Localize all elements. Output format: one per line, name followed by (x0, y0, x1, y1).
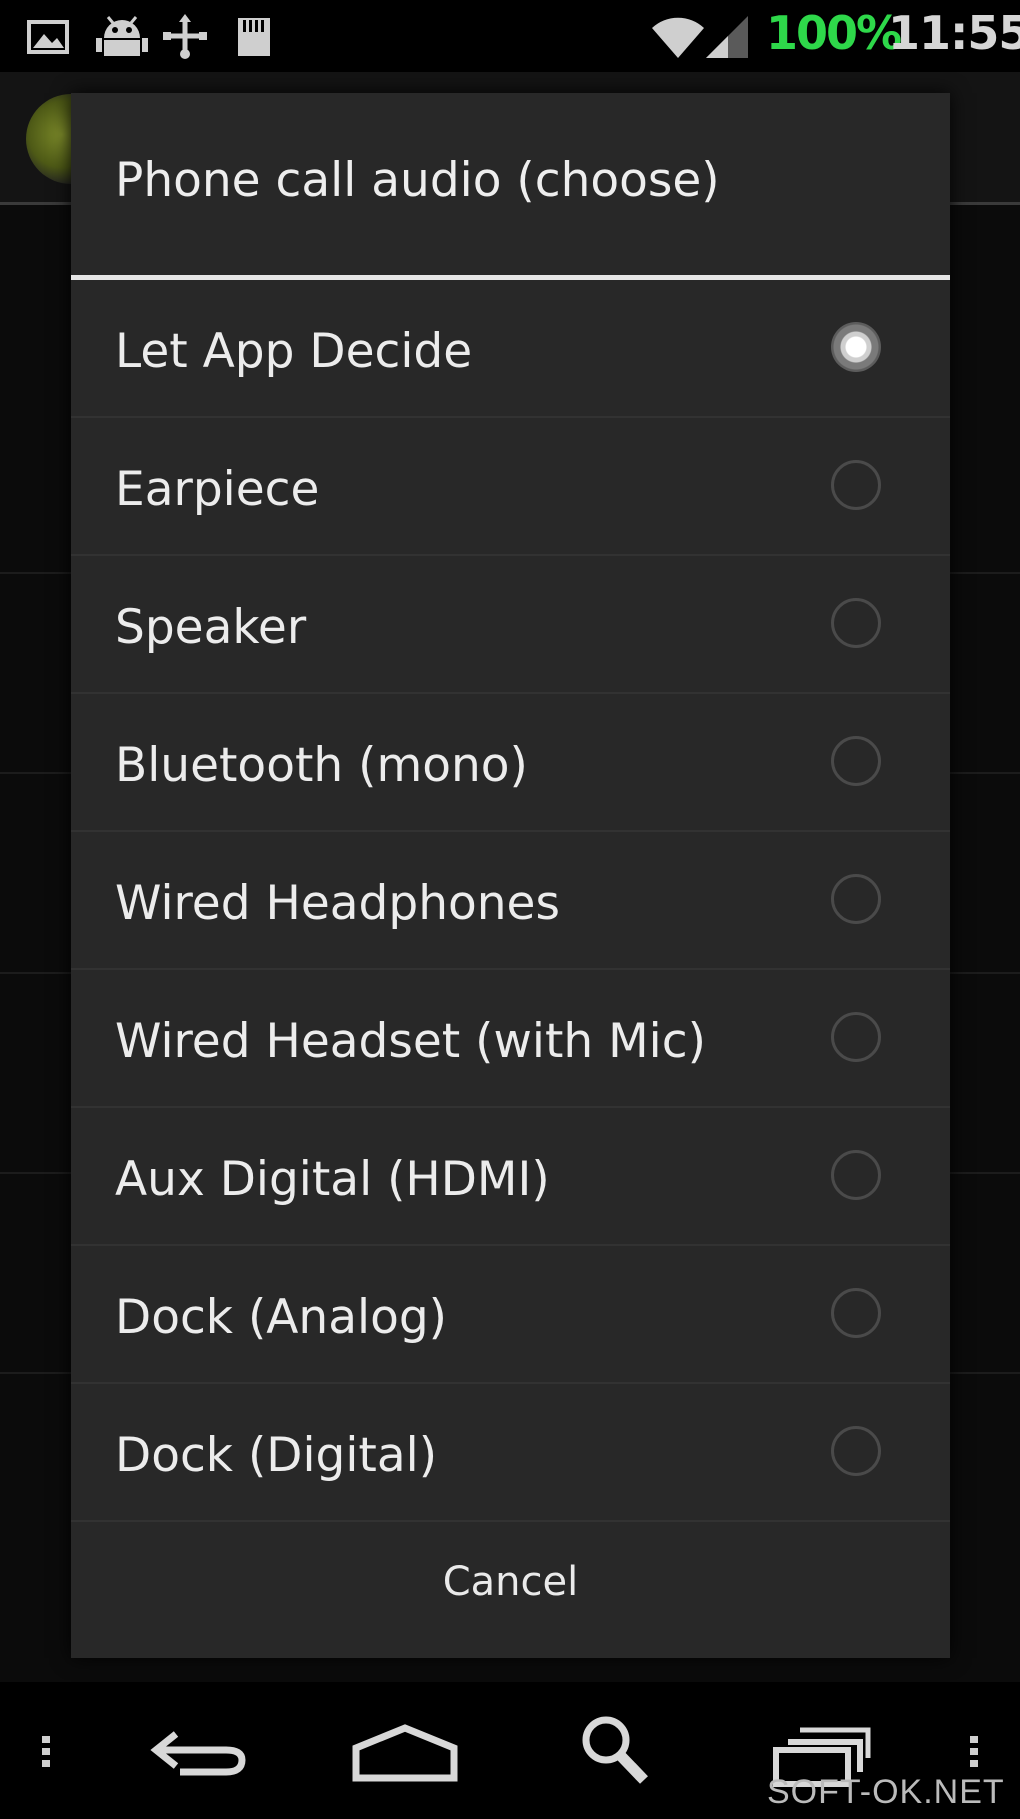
option-row[interactable]: Wired Headset (with Mic) (71, 970, 950, 1108)
option-row[interactable]: Bluetooth (mono) (71, 694, 950, 832)
option-label: Earpiece (115, 462, 320, 517)
option-label: Dock (Analog) (115, 1290, 448, 1345)
option-list: Let App Decide Earpiece Speaker Bluetooth (… (71, 280, 950, 1522)
option-label: Dock (Digital) (115, 1428, 438, 1483)
radio-button[interactable] (831, 1426, 881, 1476)
option-label: Speaker (115, 600, 307, 655)
option-row[interactable]: Dock (Analog) (71, 1246, 950, 1384)
option-label: Aux Digital (HDMI) (115, 1152, 550, 1207)
status-bar: 100% 11:55 (0, 0, 1020, 72)
dialog-title: Phone call audio (choose) (115, 153, 720, 208)
search-icon[interactable] (578, 1702, 652, 1802)
back-icon[interactable] (146, 1702, 250, 1802)
option-row[interactable]: Speaker (71, 556, 950, 694)
radio-button[interactable] (831, 736, 881, 786)
android-debug-icon (96, 16, 148, 56)
cell-signal-icon (706, 16, 748, 58)
home-icon[interactable] (350, 1702, 460, 1802)
overflow-menu-icon[interactable] (36, 1702, 56, 1802)
cancel-button[interactable]: Cancel (71, 1523, 950, 1658)
usb-icon (163, 14, 207, 59)
battery-percentage: 100% (766, 6, 902, 60)
watermark: SOFT-OK.NET (767, 1773, 1005, 1811)
sd-card-icon (238, 18, 270, 56)
option-label: Bluetooth (mono) (115, 738, 528, 793)
option-row[interactable]: Earpiece (71, 418, 950, 556)
radio-button[interactable] (831, 598, 881, 648)
clock: 11:55 (888, 6, 1020, 60)
option-label: Wired Headset (with Mic) (115, 1014, 706, 1069)
wifi-icon (652, 17, 704, 58)
audio-route-dialog: Phone call audio (choose) Let App Decide… (71, 93, 950, 1658)
option-row[interactable]: Dock (Digital) (71, 1384, 950, 1522)
radio-button[interactable] (831, 874, 881, 924)
radio-button[interactable] (831, 1288, 881, 1338)
radio-button[interactable] (831, 460, 881, 510)
radio-button[interactable] (831, 1012, 881, 1062)
option-row[interactable]: Let App Decide (71, 280, 950, 418)
option-row[interactable]: Aux Digital (HDMI) (71, 1108, 950, 1246)
radio-button[interactable] (831, 1150, 881, 1200)
option-label: Wired Headphones (115, 876, 560, 931)
option-row[interactable]: Wired Headphones (71, 832, 950, 970)
cancel-button-label: Cancel (442, 1559, 579, 1605)
radio-button-checked[interactable] (831, 322, 881, 372)
option-label: Let App Decide (115, 324, 473, 379)
picture-icon (27, 20, 69, 54)
